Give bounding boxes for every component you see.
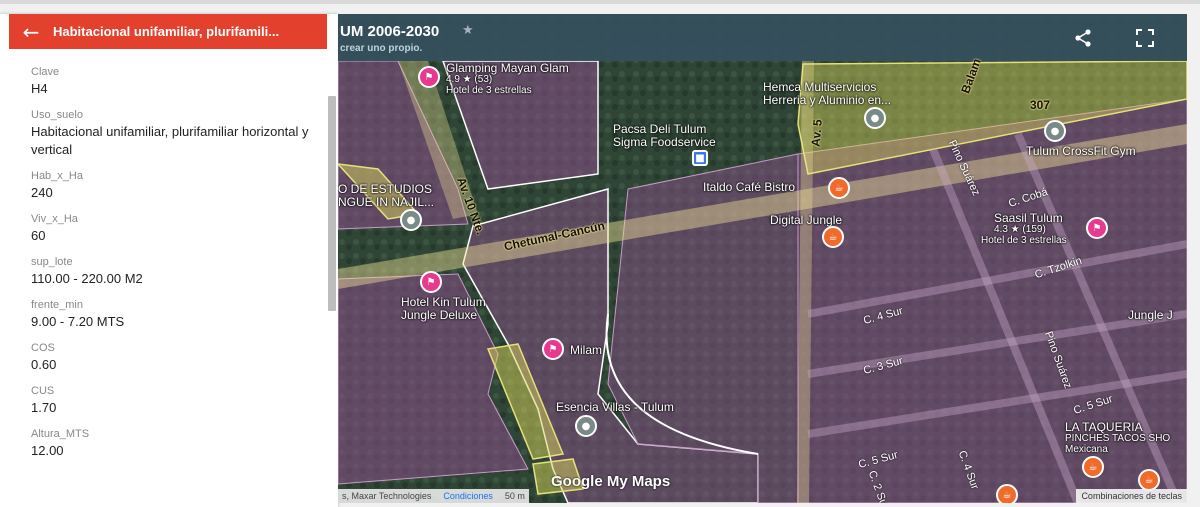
map-view[interactable]: UM 2006-2030 ★ crear uno propio. ⚑ Glamp… [338, 14, 1187, 503]
google-my-maps-logo: Google My Maps [551, 473, 671, 490]
place-glamping-rating: 4.9 ★ (53) [446, 74, 493, 85]
hotel-pin-icon-4[interactable]: ⚑ [542, 338, 564, 360]
street-av5: Av. 5 [808, 118, 825, 148]
attribute-value: 12.00 [31, 443, 64, 458]
place-pacsa-1[interactable]: Pacsa Deli Tulum [613, 122, 706, 136]
attribute-label: COS [31, 342, 55, 354]
hotel-pin-icon[interactable]: ⚑ [418, 66, 440, 88]
school-pin-icon[interactable]: ● [400, 209, 422, 231]
map-attribution: s, Maxar Technologies Condiciones 50 m [338, 489, 529, 503]
place-taqueria-1[interactable]: LA TAQUERIA [1065, 420, 1143, 434]
attribute-row: frente_min 9.00 - 7.20 MTS [31, 297, 311, 331]
panel-title: Habitacional unifamiliar, plurifamili... [53, 24, 280, 39]
attribute-value: 110.00 - 220.00 M2 [31, 271, 143, 286]
attribute-value: 60 [31, 228, 46, 243]
attribute-label: Uso_suelo [31, 109, 83, 121]
place-kin-1[interactable]: Hotel Kin Tulum [401, 295, 486, 309]
place-pacsa-2: Sigma Foodservice [613, 135, 716, 149]
place-saasil[interactable]: Saasil Tulum [994, 211, 1063, 225]
scale-label: 50 m [504, 491, 525, 501]
attribute-list: Clave H4 Uso_suelo Habitacional unifamiliar… [31, 64, 311, 469]
restaurant-pin-icon-2[interactable]: ☕ [1138, 469, 1160, 491]
place-pin-icon[interactable]: ● [575, 415, 597, 437]
conditions-link[interactable]: Condiciones [443, 491, 493, 501]
map-header: UM 2006-2030 ★ crear uno propio. [338, 14, 1187, 61]
window-top-border [0, 0, 1200, 4]
attribute-value: Habitacional unifamiliar, plurifamiliar … [31, 124, 309, 157]
attribute-label: Hab_x_Ha [31, 170, 83, 182]
store-pin-icon[interactable]: ■ [692, 150, 708, 166]
attribute-row: Clave H4 [31, 64, 311, 98]
attribute-row: COS 0.60 [31, 340, 311, 374]
cafe-pin-icon[interactable]: ☕ [828, 177, 850, 199]
place-crossfit[interactable]: Tulum CrossFit Gym [1026, 144, 1136, 158]
place-glamping[interactable]: Glamping Mayan Glam [446, 61, 569, 75]
attribute-row: sup_lote 110.00 - 220.00 M2 [31, 254, 311, 288]
panel-scrollbar[interactable] [328, 96, 336, 311]
attribute-value: 1.70 [31, 400, 57, 415]
attribute-label: Clave [31, 66, 60, 78]
attribute-label: frente_min [31, 299, 83, 311]
place-taqueria-3: Mexicana [1065, 444, 1108, 455]
hotel-pin-icon-2[interactable]: ⚑ [1086, 217, 1108, 239]
place-taqueria-2: PINCHES TACOS SHO [1065, 433, 1171, 444]
fullscreen-icon [1136, 29, 1154, 47]
star-icon[interactable]: ★ [462, 23, 474, 38]
attribute-label: Altura_MTS [31, 428, 90, 440]
place-estudios-2: NGUE IN NAJIL... [338, 195, 435, 209]
map-subtitle[interactable]: crear uno propio. [340, 43, 422, 54]
place-jungle: Jungle J [1128, 308, 1173, 322]
attribute-label: Viv_x_Ha [31, 213, 78, 225]
place-milam[interactable]: Milam [570, 343, 602, 357]
attribute-row: Hab_x_Ha 240 [31, 168, 311, 202]
place-saasil-class: Hotel de 3 estrellas [981, 235, 1067, 246]
place-hemca-1[interactable]: Hemca Multiservicios [763, 80, 876, 94]
attribute-row: CUS 1.70 [31, 383, 311, 417]
place-estudios-1: O DE ESTUDIOS [338, 182, 433, 196]
attribute-value: 9.00 - 7.20 MTS [31, 314, 125, 329]
share-icon [1075, 29, 1091, 47]
attribute-row: Viv_x_Ha 60 [31, 211, 311, 245]
restaurant-pin-icon-3[interactable]: ☕ [996, 484, 1018, 503]
attribute-label: sup_lote [31, 256, 73, 268]
attribute-value: H4 [31, 81, 48, 96]
attribute-row: Uso_suelo Habitacional unifamiliar, pluri… [31, 107, 311, 159]
back-button[interactable]: ← [9, 14, 53, 49]
panel-header: ← Habitacional unifamiliar, plurifamili.… [9, 14, 327, 49]
attribution-text: s, Maxar Technologies [342, 491, 432, 501]
attribute-value: 0.60 [31, 357, 57, 372]
route-307: 307 [1030, 98, 1051, 112]
attribute-label: CUS [31, 385, 55, 397]
place-digital[interactable]: Digital Jungle [770, 213, 842, 227]
attribute-value: 240 [31, 185, 53, 200]
place-esencia[interactable]: Esencia Villas - Tulum [556, 400, 674, 414]
fullscreen-button[interactable] [1134, 27, 1156, 49]
place-italdo[interactable]: Italdo Café Bistro [703, 180, 795, 194]
map-title: UM 2006-2030 [340, 23, 440, 40]
hotel-pin-icon-3[interactable]: ⚑ [420, 271, 442, 293]
place-glamping-class: Hotel de 3 estrellas [446, 85, 532, 96]
place-hemca-2: Herreria y Aluminio en... [763, 93, 892, 107]
share-button[interactable] [1072, 27, 1094, 49]
keyboard-shortcuts-link[interactable]: Combinaciones de teclas [1076, 489, 1187, 503]
place-kin-2: Jungle Deluxe [401, 308, 478, 322]
business-pin-icon[interactable]: ● [864, 107, 886, 129]
place-saasil-rating: 4.3 ★ (159) [994, 224, 1046, 235]
arrow-left-icon: ← [22, 19, 40, 44]
cafe-pin-icon-2[interactable]: ☕ [822, 226, 844, 248]
attribute-row: Altura_MTS 12.00 [31, 426, 311, 460]
gym-pin-icon[interactable]: ● [1044, 120, 1066, 142]
feature-detail-panel: ← Habitacional unifamiliar, plurifamili.… [0, 14, 338, 507]
restaurant-pin-icon[interactable]: ☕ [1082, 456, 1104, 478]
